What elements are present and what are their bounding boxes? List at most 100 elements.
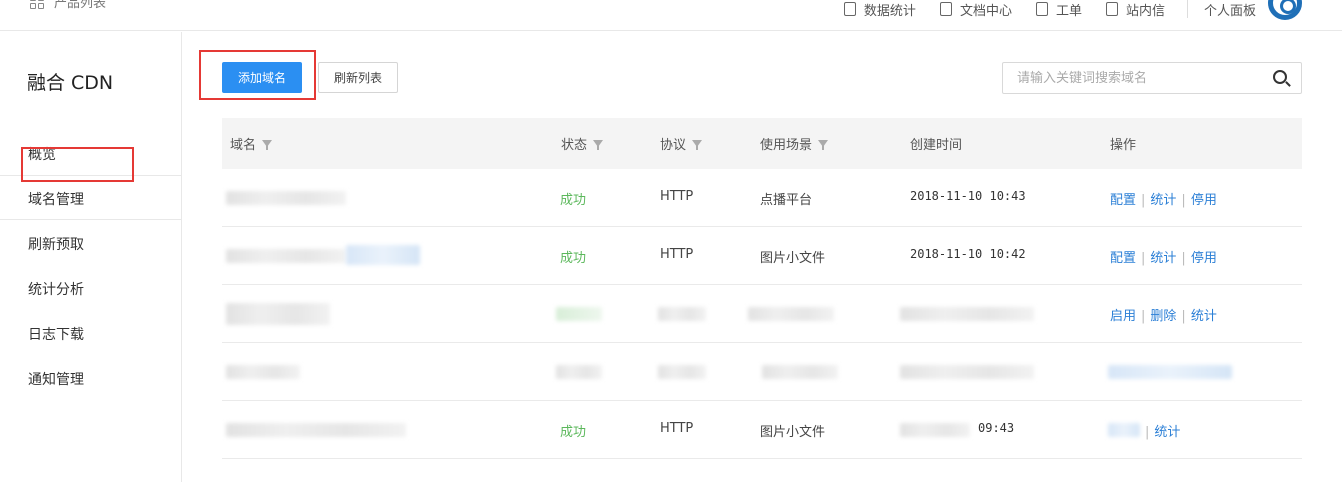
bell-icon bbox=[1105, 2, 1118, 16]
status-cell: 成功 bbox=[560, 193, 587, 208]
column-status: 状态 bbox=[561, 134, 604, 153]
statistics-link[interactable]: 统计 bbox=[1150, 193, 1176, 208]
statistics-link[interactable]: 统计 bbox=[1191, 309, 1217, 324]
redacted-domain bbox=[226, 191, 346, 205]
column-domain: 域名 bbox=[230, 134, 273, 153]
sidebar-item-refresh-prefetch[interactable]: 刷新预取 bbox=[28, 234, 84, 254]
redacted-protocol bbox=[658, 365, 706, 379]
actions-cell: | 统计 bbox=[1140, 421, 1180, 440]
separator: | bbox=[1141, 251, 1146, 266]
redacted-domain bbox=[346, 245, 420, 265]
column-protocol: 协议 bbox=[660, 134, 703, 153]
filter-icon[interactable] bbox=[692, 140, 703, 150]
nav-messages[interactable]: 站内信 bbox=[1105, 0, 1165, 19]
scene-cell: 图片小文件 bbox=[760, 251, 826, 266]
actions-cell: 配置 | 统计 | 停用 bbox=[1110, 189, 1217, 208]
created-cell: 09:43 bbox=[978, 421, 1015, 435]
top-nav: 数据统计 文档中心 工单 站内信 个人面板 bbox=[820, 0, 1302, 26]
avatar[interactable] bbox=[1268, 0, 1302, 20]
sidebar-item-notifications[interactable]: 通知管理 bbox=[28, 369, 84, 389]
status-cell: 成功 bbox=[560, 251, 587, 266]
filter-icon[interactable] bbox=[593, 140, 604, 150]
nav-docs[interactable]: 文档中心 bbox=[939, 0, 1012, 19]
column-created: 创建时间 bbox=[910, 134, 962, 153]
redacted-created bbox=[900, 307, 1034, 321]
actions-cell: 启用 | 删除 | 统计 bbox=[1110, 305, 1217, 324]
protocol-cell: HTTP bbox=[660, 421, 694, 436]
scene-cell: 图片小文件 bbox=[760, 425, 826, 440]
status-cell: 成功 bbox=[560, 425, 587, 440]
redacted-protocol bbox=[658, 307, 706, 321]
search-box bbox=[1002, 62, 1302, 94]
redacted-scene bbox=[748, 307, 834, 321]
redacted-domain bbox=[226, 423, 406, 437]
table-row: 成功 HTTP 图片小文件 09:43 | 统计 bbox=[222, 401, 1302, 459]
chart-icon bbox=[843, 2, 856, 16]
highlight-box bbox=[21, 147, 134, 182]
sidebar: 融合 CDN 概览 域名管理 刷新预取 统计分析 日志下载 通知管理 bbox=[0, 32, 182, 482]
configure-link[interactable]: 配置 bbox=[1110, 193, 1136, 208]
redacted-status bbox=[556, 365, 602, 379]
highlight-box bbox=[199, 50, 316, 100]
nav-messages-label: 站内信 bbox=[1125, 3, 1165, 19]
filter-icon[interactable] bbox=[262, 140, 273, 150]
actions-cell: 配置 | 统计 | 停用 bbox=[1110, 247, 1217, 266]
document-icon bbox=[939, 2, 952, 16]
personal-panel-link[interactable]: 个人面板 bbox=[1204, 0, 1256, 19]
redacted-domain bbox=[226, 303, 330, 325]
column-actions-label: 操作 bbox=[1110, 138, 1137, 153]
column-actions: 操作 bbox=[1110, 134, 1136, 153]
search-input[interactable] bbox=[1017, 63, 1267, 93]
disable-link[interactable]: 停用 bbox=[1191, 251, 1217, 266]
nav-tickets-label: 工单 bbox=[1055, 3, 1082, 19]
sidebar-item-statistics[interactable]: 统计分析 bbox=[28, 279, 84, 299]
statistics-link[interactable]: 统计 bbox=[1150, 251, 1176, 266]
table-header: 域名 状态 协议 使用场景 创建时间 操作 bbox=[222, 118, 1302, 169]
redacted-created bbox=[900, 423, 970, 437]
nav-tickets[interactable]: 工单 bbox=[1035, 0, 1082, 19]
sidebar-item-log-download[interactable]: 日志下载 bbox=[28, 324, 84, 344]
refresh-list-button[interactable]: 刷新列表 bbox=[318, 62, 398, 93]
scene-cell: 点播平台 bbox=[760, 193, 813, 208]
separator: | bbox=[1181, 193, 1186, 208]
redacted-created bbox=[900, 365, 1034, 379]
redacted-scene bbox=[762, 365, 838, 379]
separator: | bbox=[1141, 309, 1146, 324]
configure-link[interactable]: 配置 bbox=[1110, 251, 1136, 266]
divider bbox=[1186, 0, 1188, 18]
nav-docs-label: 文档中心 bbox=[959, 3, 1012, 19]
column-scene-label: 使用场景 bbox=[760, 138, 813, 153]
product-list-label: 产品列表 bbox=[54, 0, 107, 11]
nav-data-stats-label: 数据统计 bbox=[863, 3, 916, 19]
column-status-label: 状态 bbox=[561, 138, 588, 153]
nav-data-stats[interactable]: 数据统计 bbox=[843, 0, 916, 19]
grid-icon bbox=[30, 0, 44, 9]
separator: | bbox=[1141, 193, 1146, 208]
created-cell: 2018-11-10 10:43 bbox=[910, 189, 1026, 203]
sidebar-item-domain-management[interactable]: 域名管理 bbox=[28, 189, 84, 209]
search-icon[interactable] bbox=[1273, 70, 1287, 84]
table-row: 启用 | 删除 | 统计 bbox=[222, 285, 1302, 343]
filter-icon[interactable] bbox=[818, 140, 829, 150]
sidebar-divider bbox=[0, 219, 182, 220]
product-list-menu[interactable]: 产品列表 bbox=[30, 0, 106, 11]
top-bar: 产品列表 数据统计 文档中心 工单 站内信 个人面板 bbox=[0, 0, 1342, 31]
column-scene: 使用场景 bbox=[760, 134, 829, 153]
sidebar-title: 融合 CDN bbox=[27, 72, 114, 94]
table-row: 成功 HTTP 图片小文件 2018-11-10 10:42 配置 | 统计 | 停用 bbox=[222, 227, 1302, 285]
domain-table: 域名 状态 协议 使用场景 创建时间 操作 成功 HTTP 点播平台 2018-… bbox=[222, 118, 1302, 459]
statistics-link[interactable]: 统计 bbox=[1154, 425, 1180, 440]
protocol-cell: HTTP bbox=[660, 189, 694, 204]
redacted-actions bbox=[1108, 365, 1232, 379]
redacted-status bbox=[556, 307, 602, 321]
checklist-icon bbox=[1035, 2, 1048, 16]
table-row: 成功 HTTP 点播平台 2018-11-10 10:43 配置 | 统计 | 停用 bbox=[222, 169, 1302, 227]
table-row bbox=[222, 343, 1302, 401]
disable-link[interactable]: 停用 bbox=[1191, 193, 1217, 208]
column-domain-label: 域名 bbox=[230, 138, 257, 153]
redacted-domain bbox=[226, 365, 300, 379]
column-created-label: 创建时间 bbox=[910, 138, 963, 153]
enable-link[interactable]: 启用 bbox=[1110, 309, 1136, 324]
separator: | bbox=[1145, 425, 1150, 440]
delete-link[interactable]: 删除 bbox=[1150, 309, 1176, 324]
